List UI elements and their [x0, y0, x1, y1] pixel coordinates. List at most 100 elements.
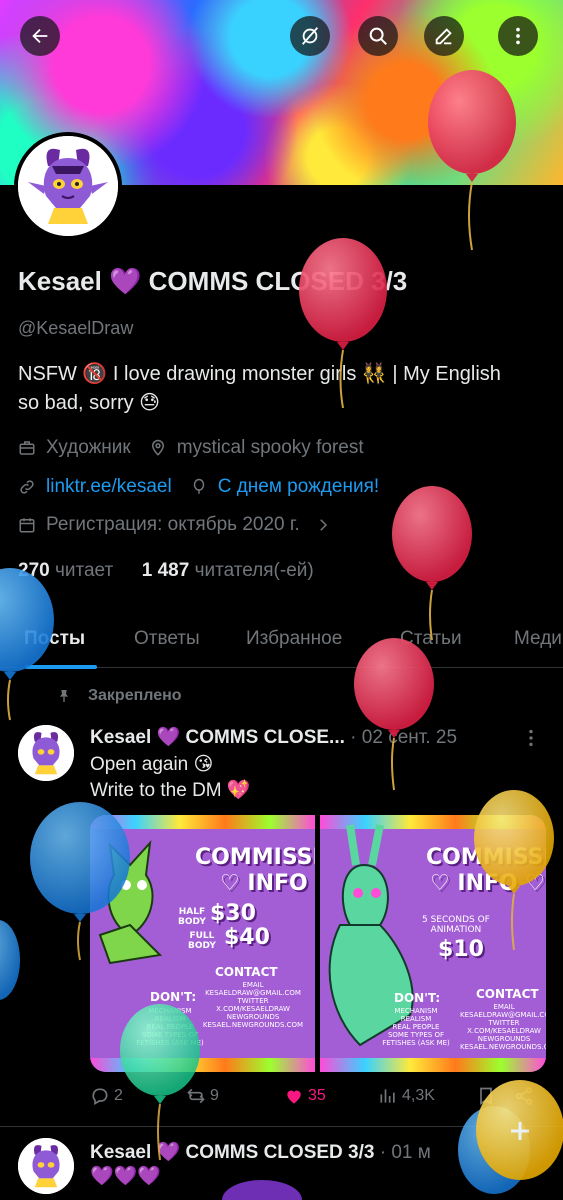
heart-filled-icon	[287, 1090, 301, 1104]
edit-icon	[435, 28, 452, 45]
post-date[interactable]: · 01 м	[380, 1142, 431, 1163]
post-author-avatar[interactable]	[18, 1138, 74, 1194]
post-actions: 2 9 35 4,3K	[90, 1086, 540, 1112]
followers-label: читателя(-ей)	[194, 560, 314, 581]
profile-avatar[interactable]	[14, 132, 122, 240]
post-more-icon[interactable]	[520, 727, 542, 749]
like-button[interactable]: 35	[284, 1086, 326, 1106]
pinned-indicator: Закреплено	[56, 687, 182, 705]
pin-icon	[60, 690, 68, 702]
tab-replies[interactable]: Ответы	[134, 628, 200, 650]
profile-birthday[interactable]: С днем рождения!	[218, 476, 379, 498]
share-button[interactable]	[514, 1086, 538, 1106]
post-text: Open again 😘 Write to the DM 💖	[90, 752, 251, 804]
calendar-icon	[19, 518, 35, 533]
half-body-price: $30	[210, 901, 256, 926]
following-link[interactable]: 270 читает	[18, 560, 113, 581]
followers-link[interactable]: 1 487 читателя(-ей)	[142, 560, 314, 581]
search-button[interactable]	[358, 16, 398, 56]
repost-button[interactable]: 9	[186, 1086, 219, 1106]
profile-name: Kesael 💜 COMMS CLOSED 3/3	[18, 266, 408, 296]
following-count: 270	[18, 560, 50, 581]
profile-profession: Художник	[46, 437, 131, 458]
back-button[interactable]	[20, 16, 60, 56]
profile-meta-row-3[interactable]: Регистрация: октябрь 2020 г.	[18, 514, 342, 536]
post-media-image-2[interactable]: COMMISSI ♡ INFO ♡ 5 SECONDS OF ANIMATION…	[320, 815, 546, 1072]
media-subtitle: ♡ INFO ♡	[220, 871, 315, 896]
contact-heading: CONTACT	[215, 965, 278, 979]
tab-posts[interactable]: Посты	[24, 628, 85, 650]
profile-tabs: Посты Ответы Избранное Статьи Меди	[0, 612, 563, 668]
post-media-image-1[interactable]: COMMISSI ♡ INFO ♡ HALF BODY $30 FULL BOD…	[90, 815, 315, 1072]
dont-details: MECHANISM REALISM REAL PEOPLE SOME TYPES…	[382, 1007, 450, 1047]
profile-handle: @KesaelDraw	[18, 318, 134, 338]
character-art	[98, 839, 163, 965]
pinned-label: Закреплено	[88, 687, 182, 704]
bio-line: so bad, sorry 😓	[18, 392, 161, 414]
tab-likes[interactable]: Избранное	[246, 628, 342, 650]
profile-location: mystical spooky forest	[176, 437, 364, 458]
bookmark-button[interactable]	[476, 1086, 500, 1106]
full-body-label: FULL BODY	[188, 931, 216, 951]
post-divider	[0, 1126, 563, 1127]
post-text: 💜💜💜	[90, 1166, 161, 1187]
views-chart-icon	[380, 1089, 395, 1103]
dont-details: MECHANISM REALISM REAL PEOPLE SOME TYPES…	[136, 1007, 204, 1047]
balloon-blue	[458, 1106, 530, 1194]
reply-count: 2	[114, 1087, 123, 1104]
avatar-image	[18, 1138, 74, 1194]
briefcase-icon	[19, 441, 35, 455]
location-pin-icon	[151, 439, 164, 456]
dont-heading: DON'T:	[394, 991, 441, 1005]
link-icon	[20, 480, 34, 494]
bio-line: NSFW 🔞 I love drawing monster girls 👯‍♀️…	[18, 363, 501, 385]
post-text-line: Open again 😘	[90, 754, 214, 775]
avatar-image	[18, 725, 74, 781]
animation-label: 5 SECONDS OF ANIMATION	[422, 915, 490, 935]
contact-heading: CONTACT	[476, 987, 539, 1001]
balloon-blue	[0, 920, 20, 1000]
like-count: 35	[308, 1087, 326, 1104]
more-vertical-icon	[516, 27, 520, 45]
bookmark-icon	[480, 1087, 492, 1106]
followers-count: 1 487	[141, 560, 190, 581]
edit-button[interactable]	[424, 16, 464, 56]
post-header: Kesael 💜 COMMS CLOSE... · 02 сент. 25	[90, 725, 457, 749]
reply-button[interactable]: 2	[90, 1086, 123, 1106]
contact-details: EMAIL KESAELDRAW@GMAIL.COM TWITTER X.COM…	[460, 1003, 546, 1051]
animation-price: $10	[438, 937, 484, 962]
media-title: COMMISSI	[195, 845, 315, 870]
share-icon	[516, 1087, 532, 1105]
chevron-right-icon	[320, 519, 327, 531]
post-header: Kesael 💜 COMMS CLOSED 3/3 · 01 м	[90, 1140, 431, 1164]
following-label: читает	[54, 560, 114, 581]
profile-meta-row-2: linktr.ee/kesael С днем рождения!	[18, 476, 379, 498]
grok-icon	[301, 27, 319, 45]
post-author-name[interactable]: Kesael 💜 COMMS CLOSE...	[90, 727, 345, 748]
dont-heading: DON'T:	[150, 990, 197, 1004]
post-text-line: Write to the DM 💖	[90, 780, 251, 801]
balloon-purple	[222, 1180, 302, 1200]
media-title: COMMISSI	[426, 845, 546, 870]
post-date[interactable]: · 02 сент. 25	[350, 727, 457, 748]
profile-joined-date: Регистрация: октябрь 2020 г.	[46, 514, 300, 535]
repost-icon	[187, 1088, 205, 1104]
back-arrow-icon	[32, 28, 48, 44]
active-tab-indicator	[25, 665, 97, 669]
post-author-avatar[interactable]	[18, 725, 74, 781]
profile-stats: 270 читает 1 487 читателя(-ей)	[18, 560, 314, 582]
repost-count: 9	[210, 1087, 219, 1104]
media-subtitle: ♡ INFO ♡	[430, 871, 546, 896]
search-icon	[369, 27, 387, 45]
profile-bio: NSFW 🔞 I love drawing monster girls 👯‍♀️…	[18, 360, 538, 418]
grok-button[interactable]	[290, 16, 330, 56]
more-button[interactable]	[498, 16, 538, 56]
tab-media[interactable]: Меди	[514, 628, 562, 650]
full-body-price: $40	[224, 925, 270, 950]
avatar-image	[18, 136, 118, 236]
post-author-name[interactable]: Kesael 💜 COMMS CLOSED 3/3	[90, 1142, 374, 1163]
tab-articles[interactable]: Статьи	[400, 628, 462, 650]
profile-website-link[interactable]: linktr.ee/kesael	[46, 476, 172, 498]
reply-icon	[92, 1088, 108, 1105]
views-button[interactable]: 4,3K	[378, 1086, 435, 1106]
